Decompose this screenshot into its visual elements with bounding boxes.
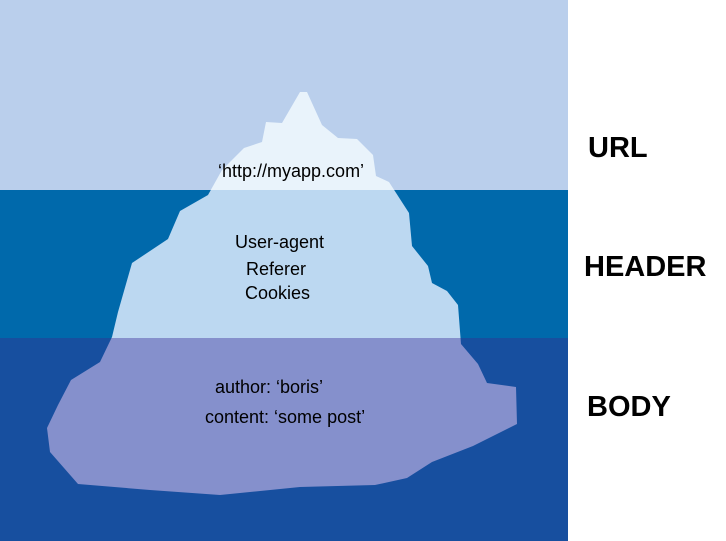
iceberg-diagram: ‘http://myapp.com’ User-agent Referer Co… [0, 0, 568, 541]
url-section-label: URL [588, 132, 648, 164]
header-item-cookies: Cookies [245, 283, 311, 303]
header-item-user-agent: User-agent [235, 232, 325, 252]
body-item-author: author: ‘boris’ [215, 377, 324, 397]
header-section-label: HEADER [584, 251, 707, 283]
url-value: ‘http://myapp.com’ [218, 161, 365, 181]
header-item-referer: Referer [246, 259, 307, 279]
body-item-content: content: ‘some post’ [205, 407, 366, 427]
body-section-label: BODY [587, 391, 671, 423]
